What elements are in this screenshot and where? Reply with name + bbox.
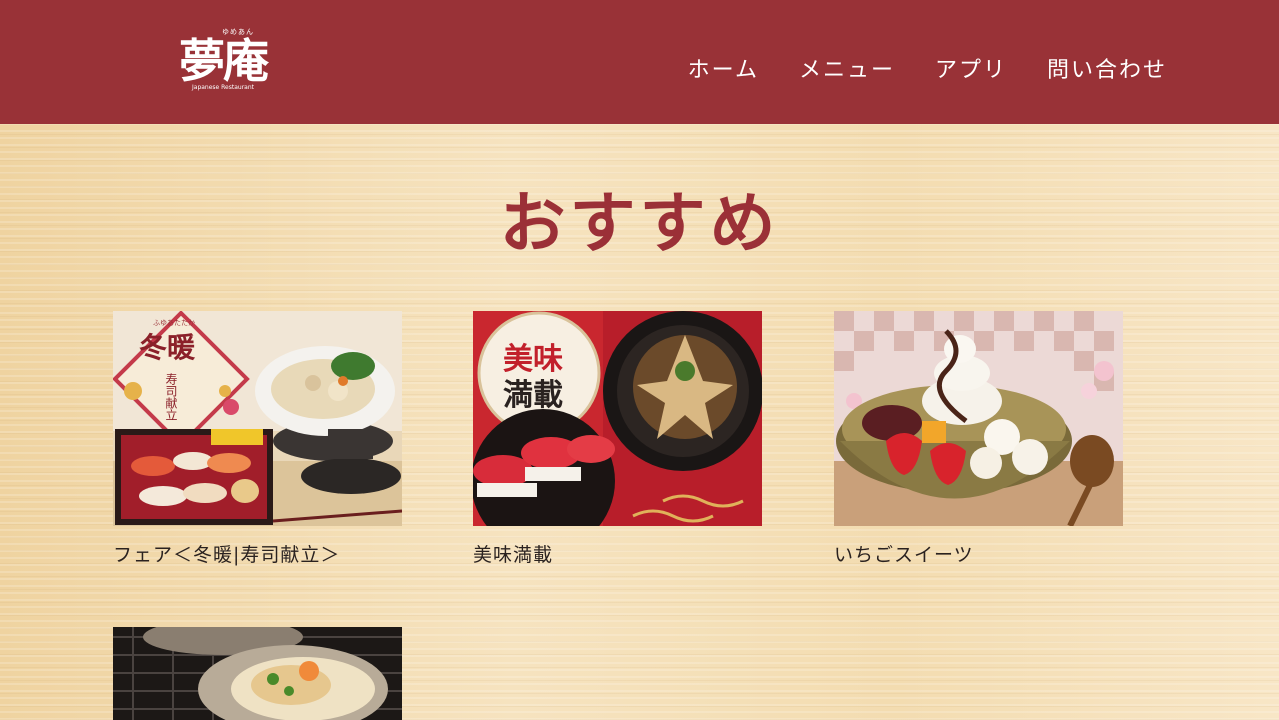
site-logo[interactable]: ゆめあん 夢庵 Japanese Restaurant <box>168 28 278 100</box>
nav-home[interactable]: ホーム <box>688 52 759 84</box>
strawberry-sweets-image <box>834 311 1123 526</box>
recommend-card-winter-sushi[interactable]: ふゆあたたか 冬暖 寿司献立 フェア＜冬暖|寿司献立＞ <box>113 311 402 567</box>
section-title: おすすめ <box>499 184 780 262</box>
recommend-card-grilled-oyster[interactable] <box>113 627 402 720</box>
card-caption: いちごスイーツ <box>834 544 974 566</box>
main-nav: ホーム メニュー アプリ 問い合わせ <box>688 52 1167 84</box>
badge-line1: 美味 <box>503 342 563 377</box>
winter-sushi-image: ふゆあたたか 冬暖 寿司献立 <box>113 311 402 526</box>
grilled-oyster-image <box>113 627 402 720</box>
recommend-card-strawberry-sweets[interactable]: いちごスイーツ <box>834 311 1123 567</box>
badge-ruby: ふゆあたたか <box>153 319 195 327</box>
site-header: ゆめあん 夢庵 Japanese Restaurant ホーム メニュー アプリ… <box>0 0 1279 124</box>
badge-big: 冬暖 <box>139 331 196 364</box>
card-caption: フェア＜冬暖|寿司献立＞ <box>113 544 341 566</box>
bimi-mansai-image: 美味 満載 <box>473 311 762 526</box>
logo-name: 夢庵 <box>179 34 269 88</box>
nav-app[interactable]: アプリ <box>935 52 1007 84</box>
nav-contact[interactable]: 問い合わせ <box>1047 52 1167 84</box>
card-caption: 美味満載 <box>473 544 554 566</box>
badge-small: 寿司献立 <box>164 373 178 421</box>
recommend-card-bimi-mansai[interactable]: 美味 満載 美味満載 <box>473 311 762 567</box>
badge-line2: 満載 <box>503 378 563 413</box>
nav-menu[interactable]: メニュー <box>799 52 895 84</box>
